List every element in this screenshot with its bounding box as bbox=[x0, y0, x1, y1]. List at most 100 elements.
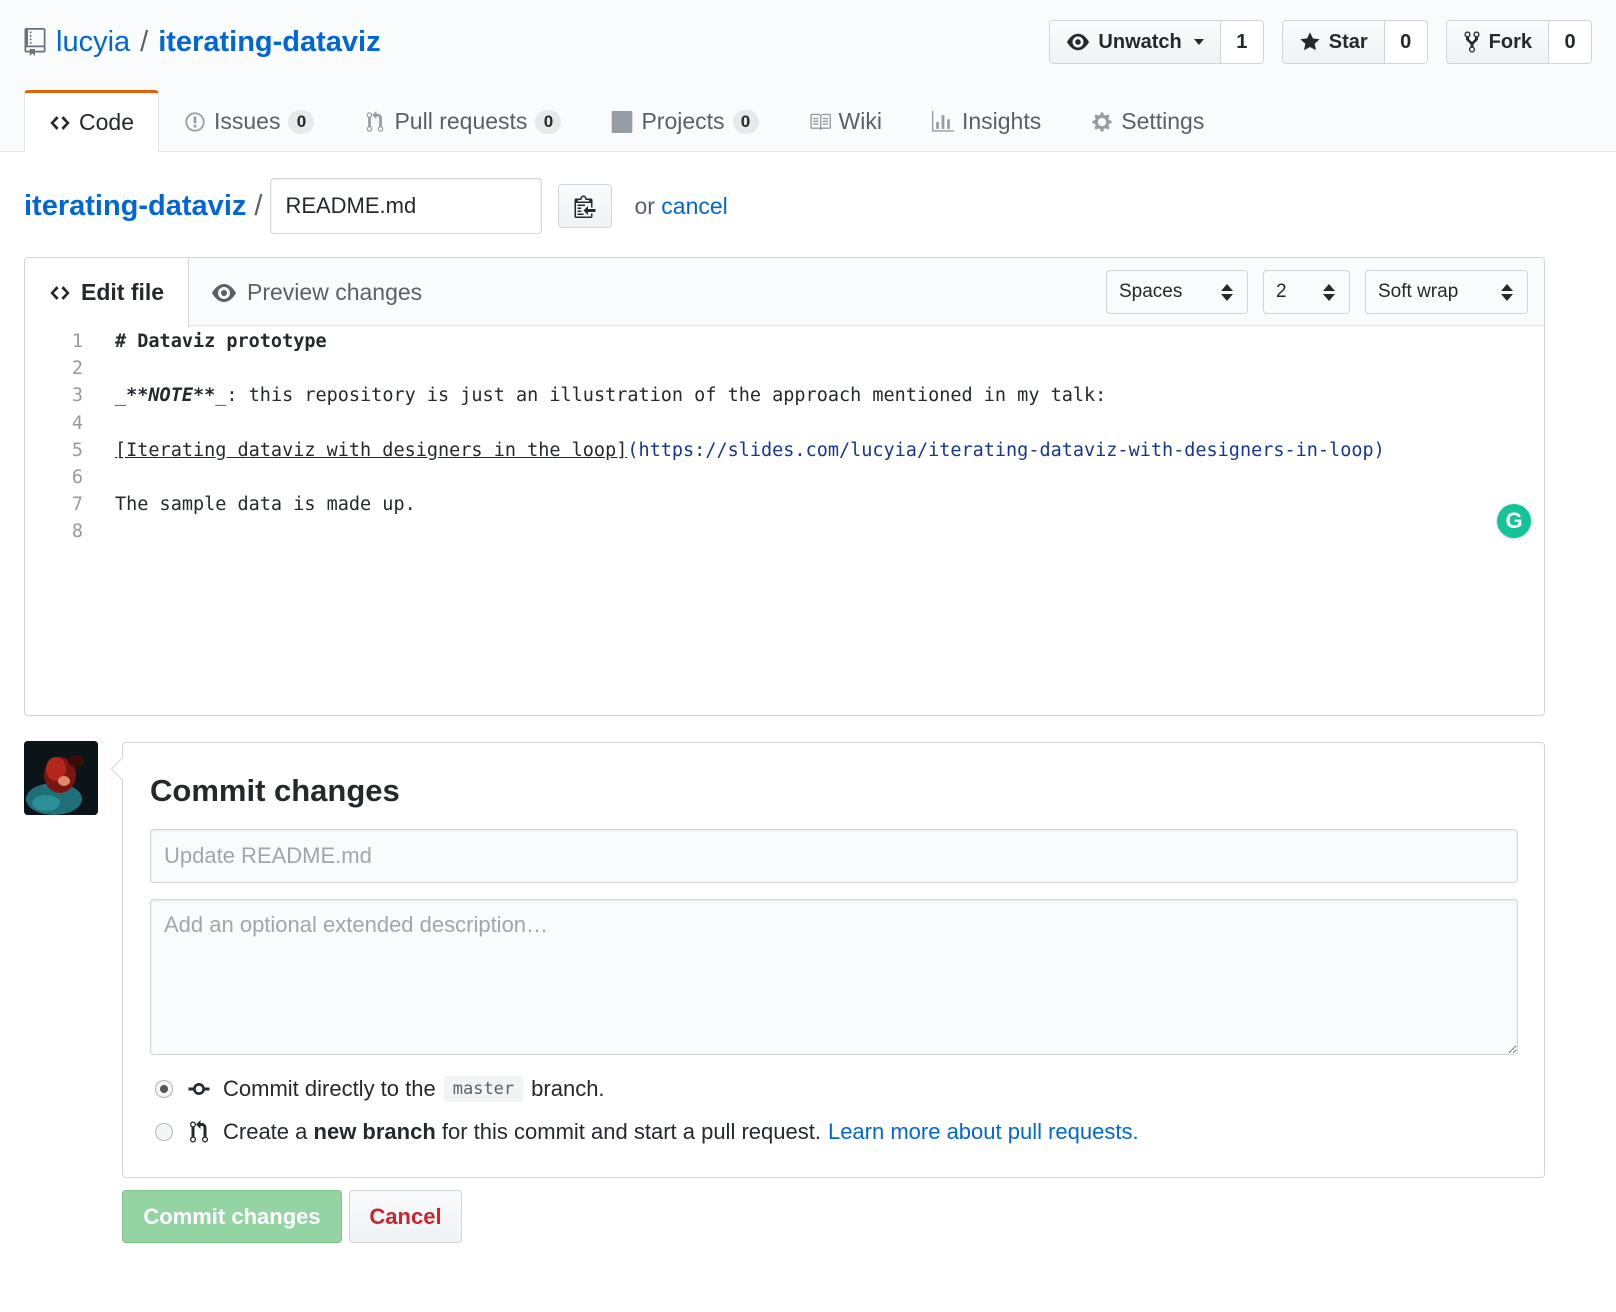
commit-form: Commit changes Commit directly to the ma… bbox=[110, 742, 1545, 1178]
editor-header: Edit file Preview changes Spaces 2 Soft … bbox=[25, 258, 1544, 327]
code-line[interactable]: 3 _**NOTE**_: this repository is just an … bbox=[25, 382, 1544, 409]
commit-title: Commit changes bbox=[150, 773, 400, 808]
star-icon bbox=[1300, 32, 1320, 51]
commit-new-prefix: Create a bbox=[223, 1119, 308, 1144]
pulls-counter: 0 bbox=[535, 109, 562, 134]
code-area[interactable]: 1 # Dataviz prototype 2 3 _**NOTE**_: this r… bbox=[25, 328, 1544, 546]
clipboard-button[interactable] bbox=[558, 184, 613, 228]
unwatch-button[interactable]: Unwatch bbox=[1050, 21, 1221, 63]
tab-edit-file[interactable]: Edit file bbox=[25, 258, 190, 327]
book-icon bbox=[809, 113, 831, 130]
filename-input[interactable] bbox=[270, 178, 543, 234]
code-line[interactable]: 4 bbox=[25, 410, 1544, 437]
breadcrumb-repo-link[interactable]: iterating-dataviz bbox=[24, 190, 246, 223]
line-text: The sample data is made up. bbox=[115, 491, 416, 518]
code-line[interactable]: 7 The sample data is made up. bbox=[25, 491, 1544, 518]
tab-code-label: Code bbox=[79, 109, 134, 135]
fork-icon bbox=[1464, 31, 1480, 53]
learn-more-pull-requests-link[interactable]: Learn more about pull requests. bbox=[828, 1119, 1139, 1145]
star-button[interactable]: Star bbox=[1282, 21, 1385, 63]
fork-button[interactable]: Fork bbox=[1446, 21, 1549, 63]
grammarly-icon[interactable]: G bbox=[1497, 504, 1531, 538]
code-line[interactable]: 6 bbox=[25, 464, 1544, 491]
line-number[interactable]: 7 bbox=[25, 491, 83, 518]
tab-issues[interactable]: Issues 0 bbox=[159, 90, 339, 152]
wrap-mode-value: Soft wrap bbox=[1378, 281, 1459, 302]
commit-direct-prefix: Commit directly to the bbox=[223, 1076, 436, 1101]
repo-owner-link[interactable]: lucyia bbox=[56, 26, 130, 59]
code-token: (https://slides.com/lucyia/iterating-dat… bbox=[627, 439, 1385, 461]
line-number[interactable]: 5 bbox=[25, 437, 83, 464]
watch-button-group: Unwatch 1 bbox=[1049, 20, 1264, 64]
select-arrows-icon bbox=[1501, 283, 1513, 301]
wrap-mode-select[interactable]: Soft wrap bbox=[1365, 270, 1528, 314]
commit-changes-button[interactable]: Commit changes bbox=[122, 1190, 342, 1243]
tab-preview-changes-label: Preview changes bbox=[247, 279, 423, 305]
issue-icon bbox=[185, 111, 205, 132]
indent-mode-value: Spaces bbox=[1119, 281, 1183, 302]
tab-edit-file-label: Edit file bbox=[81, 279, 165, 305]
code-line[interactable]: 1 # Dataviz prototype bbox=[25, 328, 1544, 355]
line-number[interactable]: 1 bbox=[25, 328, 83, 355]
tab-settings[interactable]: Settings bbox=[1066, 90, 1229, 152]
line-text: [Iterating dataviz with designers in the… bbox=[115, 437, 1385, 464]
tab-projects-label: Projects bbox=[641, 108, 725, 134]
tab-wiki-label: Wiki bbox=[838, 108, 882, 134]
repo-name-link[interactable]: iterating-dataviz bbox=[158, 26, 380, 59]
repo-actions: Unwatch 1 Star 0 Fork 0 bbox=[1049, 20, 1592, 64]
line-number[interactable]: 6 bbox=[25, 464, 83, 491]
tab-projects[interactable]: Projects 0 bbox=[586, 90, 783, 152]
tab-pull-requests-label: Pull requests bbox=[394, 108, 528, 134]
line-number[interactable]: 4 bbox=[25, 410, 83, 437]
indent-size-select[interactable]: 2 bbox=[1263, 270, 1350, 314]
graph-icon bbox=[931, 110, 954, 132]
or-cancel: or cancel bbox=[634, 193, 727, 220]
code-token: The sample data is made up. bbox=[115, 494, 416, 516]
commit-direct-radio[interactable] bbox=[155, 1080, 173, 1098]
or-text: or bbox=[634, 192, 655, 219]
fork-button-group: Fork 0 bbox=[1445, 20, 1592, 64]
commit-description-input[interactable] bbox=[150, 899, 1518, 1055]
tab-insights[interactable]: Insights bbox=[907, 90, 1066, 152]
line-number[interactable]: 8 bbox=[25, 518, 83, 545]
line-number[interactable]: 2 bbox=[25, 355, 83, 382]
editor-options: Spaces 2 Soft wrap bbox=[1106, 270, 1528, 314]
stargazers-count[interactable]: 0 bbox=[1384, 21, 1427, 63]
line-text: # Dataviz prototype bbox=[115, 328, 327, 355]
line-number[interactable]: 3 bbox=[25, 382, 83, 409]
code-token: _ bbox=[115, 385, 127, 407]
git-commit-icon bbox=[188, 1083, 210, 1095]
commit-new-branch-radio[interactable] bbox=[155, 1123, 173, 1141]
code-line[interactable]: 2 bbox=[25, 355, 1544, 382]
speech-arrow bbox=[110, 757, 134, 781]
cancel-button[interactable]: Cancel bbox=[349, 1190, 462, 1243]
select-arrows-icon bbox=[1323, 283, 1335, 301]
eye-icon bbox=[212, 283, 236, 302]
watchers-count[interactable]: 1 bbox=[1220, 21, 1263, 63]
file-path-row: iterating-dataviz / or cancel bbox=[24, 178, 728, 234]
forks-count[interactable]: 0 bbox=[1549, 21, 1591, 63]
tab-wiki[interactable]: Wiki bbox=[784, 90, 907, 152]
indent-mode-select[interactable]: Spaces bbox=[1106, 270, 1248, 314]
code-icon bbox=[50, 285, 70, 300]
clippy-icon bbox=[574, 195, 596, 218]
commit-summary-input[interactable] bbox=[150, 829, 1518, 883]
project-icon bbox=[612, 110, 633, 133]
unwatch-label: Unwatch bbox=[1098, 30, 1182, 53]
pull-request-icon bbox=[190, 1120, 208, 1143]
star-label: Star bbox=[1328, 30, 1368, 53]
cancel-link[interactable]: cancel bbox=[661, 193, 727, 219]
tab-pull-requests[interactable]: Pull requests 0 bbox=[339, 90, 586, 152]
commit-direct-suffix: branch. bbox=[531, 1076, 605, 1101]
commit-new-branch-option[interactable]: Create a new branch for this commit and … bbox=[155, 1119, 1139, 1145]
commit-new-suffix: for this commit and start a pull request… bbox=[441, 1119, 821, 1144]
commit-direct-option[interactable]: Commit directly to the master branch. bbox=[155, 1076, 605, 1102]
tab-preview-changes[interactable]: Preview changes bbox=[187, 258, 446, 327]
tab-code[interactable]: Code bbox=[24, 90, 159, 152]
avatar-image bbox=[24, 741, 98, 815]
tab-insights-label: Insights bbox=[961, 108, 1042, 134]
projects-counter: 0 bbox=[732, 109, 759, 134]
code-line[interactable]: 8 bbox=[25, 518, 1544, 545]
code-line[interactable]: 5 [Iterating dataviz with designers in th… bbox=[25, 437, 1544, 464]
fork-label: Fork bbox=[1488, 30, 1532, 53]
